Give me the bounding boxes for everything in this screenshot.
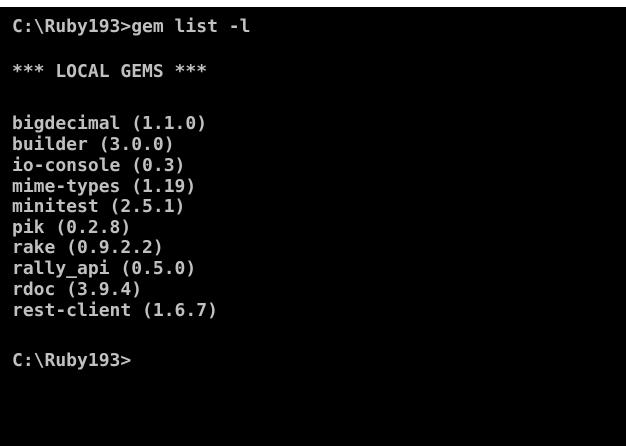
- gem-list-item: rest-client (1.6.7): [12, 300, 218, 321]
- gem-list-item: io-console (0.3): [12, 155, 186, 176]
- gem-list-item: bigdecimal (1.1.0): [12, 113, 208, 134]
- gem-list-item: minitest (2.5.1): [12, 196, 186, 217]
- gem-list-item: pik (0.2.8): [12, 217, 132, 238]
- gem-list-item: rdoc (3.9.4): [12, 279, 143, 300]
- window-top-edge: [0, 0, 626, 7]
- console-window[interactable]: C:\Ruby193>gem list -l *** LOCAL GEMS **…: [0, 0, 626, 446]
- command-prompt[interactable]: C:\Ruby193>: [12, 351, 131, 371]
- gem-list-item: builder (3.0.0): [12, 134, 175, 155]
- gem-list-item: rake (0.9.2.2): [12, 237, 164, 258]
- local-gems-header: *** LOCAL GEMS ***: [12, 61, 208, 82]
- command-line: C:\Ruby193>gem list -l: [12, 16, 251, 37]
- gem-list-item: mime-types (1.19): [12, 176, 197, 197]
- gem-list-item: rally_api (0.5.0): [12, 258, 197, 279]
